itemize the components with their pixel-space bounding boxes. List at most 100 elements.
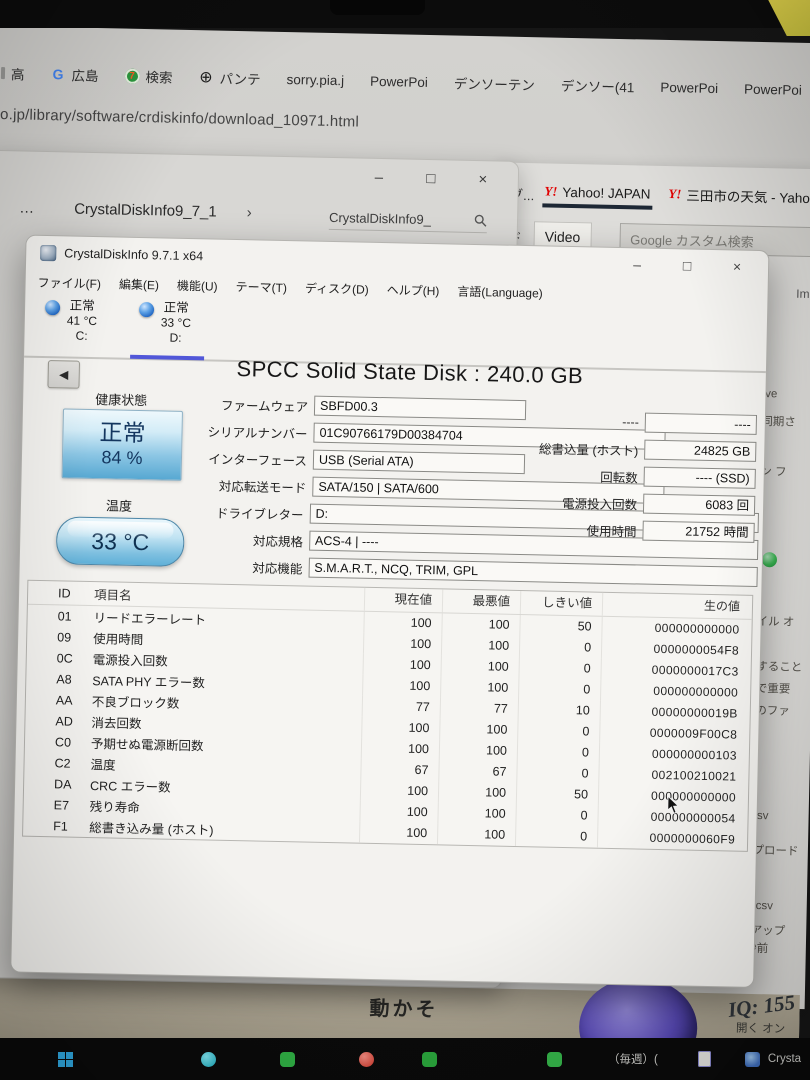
attr-current: 100 bbox=[361, 738, 439, 761]
taskbar-label-app[interactable]: Crysta bbox=[768, 1053, 801, 1065]
taskbar-app-icon[interactable] bbox=[58, 1052, 73, 1067]
chevron-right-icon: › bbox=[247, 204, 252, 221]
attr-threshold: 0 bbox=[519, 636, 601, 659]
smart-orb-cell bbox=[25, 713, 55, 728]
taskbar-app-icon[interactable] bbox=[547, 1052, 562, 1067]
taskbar-app-icon[interactable] bbox=[201, 1052, 216, 1067]
bookmark-item[interactable]: sorry.pia.j bbox=[286, 72, 344, 88]
drive-status: 正常 bbox=[70, 299, 95, 314]
attr-id: F1 bbox=[53, 819, 89, 834]
drive-tab[interactable]: 正常 33 °C D: bbox=[138, 300, 191, 346]
yahoo-tab-label: 三田市の天気 - Yahoo bbox=[686, 184, 810, 207]
stat-label: 回転数 bbox=[452, 463, 638, 486]
stat-value: 6083 回 bbox=[643, 494, 755, 516]
bookmark-item[interactable]: PowerPoi bbox=[744, 81, 802, 97]
bookmark-favicon bbox=[50, 67, 65, 82]
taskbar-app-icon[interactable] bbox=[359, 1052, 374, 1067]
attr-id: 01 bbox=[58, 609, 94, 624]
breadcrumb-folder[interactable]: CrystalDiskInfo9_7_1 bbox=[74, 201, 217, 221]
drive-tab[interactable]: 正常 41 °C C: bbox=[44, 298, 97, 344]
explorer-search-input[interactable]: CrystalDiskInfo9_ bbox=[329, 210, 487, 233]
crystaldiskinfo-taskbar-icon[interactable] bbox=[745, 1052, 760, 1067]
drive-temp: 41 °C bbox=[67, 313, 97, 328]
attr-worst: 100 bbox=[441, 613, 519, 636]
yahoo-tab-strip: ブ... Y! Yahoo! JAPAN Y! 三田市の天気 - Yahoo Y… bbox=[501, 177, 810, 218]
menu-item[interactable]: ファイル(F) bbox=[37, 273, 101, 291]
stat-value: 24825 GB bbox=[644, 440, 756, 462]
image-link-fragment[interactable]: Im bbox=[796, 287, 810, 301]
menu-item[interactable]: 機能(U) bbox=[177, 276, 218, 294]
orb-column bbox=[28, 592, 58, 593]
attr-id: E7 bbox=[54, 798, 90, 813]
stat-row: 電源投入回数 6083 回 bbox=[451, 490, 755, 516]
maximize-button[interactable]: □ bbox=[422, 170, 440, 187]
bookmark-item[interactable]: 高 bbox=[1, 63, 25, 83]
menu-item[interactable]: テーマ(T) bbox=[235, 277, 287, 295]
minimize-button[interactable]: – bbox=[370, 169, 388, 186]
taskbar-label-weekly[interactable]: （毎週）( bbox=[608, 1051, 658, 1067]
bookmark-item[interactable]: PowerPoi bbox=[370, 73, 428, 89]
back-button[interactable]: ◀ bbox=[47, 360, 80, 389]
attr-name: 総書き込み量 (ホスト) bbox=[89, 817, 359, 842]
bookmark-label: デンソーテン bbox=[454, 73, 535, 95]
menu-item[interactable]: 編集(E) bbox=[119, 275, 159, 293]
bookmark-favicon bbox=[124, 68, 139, 83]
document-icon[interactable] bbox=[698, 1051, 711, 1067]
smart-orb-cell bbox=[26, 671, 56, 686]
bookmark-label: パンテ bbox=[219, 68, 261, 89]
taskbar-app-icon[interactable] bbox=[422, 1052, 437, 1067]
col-raw: 生の値 bbox=[602, 593, 752, 619]
attr-raw: 0000000060F9 bbox=[597, 827, 747, 851]
yahoo-tab[interactable]: Y! Yahoo! JAPAN bbox=[544, 183, 650, 207]
temperature-pill[interactable]: 33 °C bbox=[56, 516, 185, 567]
close-button[interactable]: × bbox=[728, 258, 746, 274]
attr-threshold: 0 bbox=[517, 720, 599, 743]
attr-id: 0C bbox=[57, 651, 93, 666]
bookmark-label: デンソー(41 bbox=[561, 75, 635, 97]
attr-threshold: 0 bbox=[516, 762, 598, 785]
bookmark-item[interactable]: 検索 bbox=[124, 66, 172, 87]
smart-orb-cell bbox=[24, 755, 54, 770]
open-online-fragment: 開く オン bbox=[736, 1020, 786, 1037]
bookmark-item[interactable]: PowerPoi bbox=[660, 79, 718, 95]
stat-row: 使用時間 21752 時間 bbox=[450, 517, 754, 543]
attr-worst: 100 bbox=[437, 823, 515, 846]
bookmark-label: 高 bbox=[11, 63, 25, 83]
drive-info: 正常 33 °C D: bbox=[160, 300, 191, 346]
health-status-value: 正常 bbox=[99, 419, 146, 446]
drive-letter: D: bbox=[169, 331, 181, 345]
taskbar-app-icon[interactable] bbox=[280, 1052, 295, 1067]
attr-threshold: 0 bbox=[517, 741, 599, 764]
menu-item[interactable]: ヘルプ(H) bbox=[387, 281, 440, 299]
explorer-window-controls: – □ × bbox=[370, 169, 492, 189]
minimize-button[interactable]: – bbox=[628, 256, 646, 272]
bookmark-item[interactable]: デンソー(41 bbox=[561, 75, 635, 97]
bookmark-item[interactable]: パンテ bbox=[198, 67, 261, 88]
bookmark-label: PowerPoi bbox=[744, 81, 802, 97]
stat-label: 使用時間 bbox=[450, 517, 636, 540]
drive-status: 正常 bbox=[164, 300, 189, 315]
attr-id: A8 bbox=[56, 672, 92, 687]
attr-current: 77 bbox=[362, 696, 440, 719]
breadcrumb-ellipsis[interactable]: … bbox=[19, 199, 36, 216]
yahoo-tab[interactable]: Y! 三田市の天気 - Yahoo bbox=[668, 184, 810, 213]
health-status-box[interactable]: 正常 84 % bbox=[62, 408, 183, 480]
close-button[interactable]: × bbox=[474, 171, 492, 188]
attr-worst: 100 bbox=[439, 718, 517, 741]
yahoo-y-icon: Y! bbox=[668, 186, 681, 202]
info-label: 対応機能 bbox=[170, 555, 303, 577]
info-label: インターフェース bbox=[172, 447, 307, 469]
bookmark-label: PowerPoi bbox=[370, 73, 428, 89]
bookmark-item[interactable]: デンソーテン bbox=[454, 73, 535, 95]
bookmark-item[interactable]: 広島 bbox=[50, 64, 98, 85]
page-url-text[interactable]: o.jp/library/software/crdiskinfo/downloa… bbox=[0, 106, 359, 131]
stat-row: 回転数 ---- (SSD) bbox=[452, 463, 756, 489]
attr-id: C2 bbox=[54, 756, 90, 771]
menu-item[interactable]: ディスク(D) bbox=[305, 279, 369, 297]
maximize-button[interactable]: □ bbox=[678, 257, 696, 273]
stat-label: 総書込量 (ホスト) bbox=[452, 436, 638, 459]
smart-orb-cell bbox=[28, 608, 58, 623]
photo-stage: 高 広島 検索 パンテ sorry.pia.j PowerPoi デンソーテン bbox=[0, 0, 810, 1080]
menu-item[interactable]: 言語(Language) bbox=[457, 282, 543, 301]
smart-orb-cell bbox=[24, 797, 54, 812]
